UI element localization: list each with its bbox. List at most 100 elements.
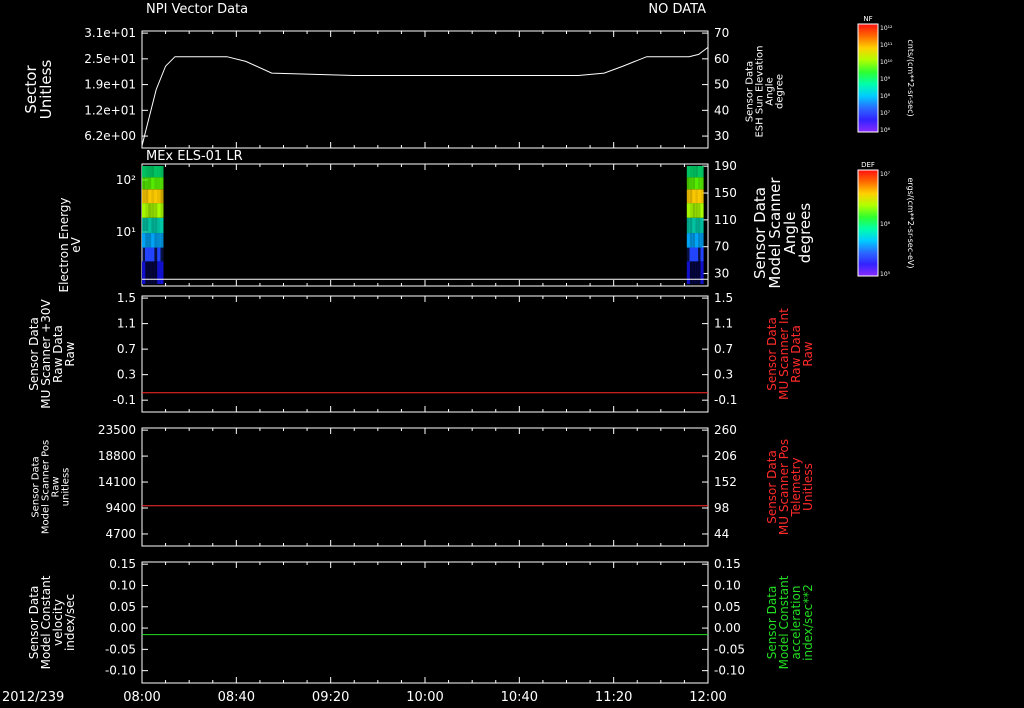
spectrogram-cell (157, 247, 161, 262)
panel-frame (141, 561, 709, 684)
spectrogram-cell (145, 166, 149, 178)
spectrogram-cell (686, 177, 690, 190)
spectrogram-cell (151, 177, 155, 190)
axis-title: Sensor DataModel ScannerAngledegrees (751, 177, 814, 289)
y-tick-label: 0.10 (109, 578, 136, 592)
y-tick-label: -0.05 (105, 642, 136, 656)
axis-title-line: Raw (63, 341, 77, 366)
y-tick-label: 110 (714, 213, 737, 227)
spectrogram-cell (157, 261, 161, 284)
spectrogram-cell (700, 217, 704, 234)
spectrogram-cell (692, 233, 696, 248)
spectrogram-cell (695, 247, 699, 262)
y-tick-label: 0.7 (117, 342, 136, 356)
spectrogram-cell (700, 177, 704, 190)
spectrogram-cell (700, 261, 704, 284)
axis-title-line: eV (69, 236, 83, 252)
spectrogram-cell (689, 233, 693, 248)
spectrogram-cell (142, 177, 146, 190)
spectrogram-cell (686, 217, 690, 234)
y-tick-label: 0.00 (714, 621, 741, 635)
spectrogram-cell (697, 177, 701, 190)
spectrogram-cell (142, 203, 146, 218)
y-tick-label: 40 (714, 103, 729, 117)
spectrogram-cell (695, 217, 699, 234)
spectrogram-cell (154, 177, 158, 190)
spectrogram-cell (148, 217, 152, 234)
spectrogram-cell (695, 189, 699, 204)
axis-title-line: unitless (61, 468, 72, 507)
panel-title: NPI Vector Data (146, 2, 248, 17)
colorbar-tick-label: 10⁶ (880, 221, 891, 228)
axis-title: Sensor DataMU Scanner IntRaw DataRaw (765, 308, 815, 400)
y-tick-label: 190 (714, 159, 737, 173)
y-tick-label: 0.10 (714, 578, 741, 592)
y-tick-label: -0.05 (714, 642, 745, 656)
y-tick-label: 0.3 (117, 368, 136, 382)
spectrogram-cell (689, 261, 693, 284)
spectrogram-cell (148, 189, 152, 204)
colorbar-tick-label: 10⁸ (880, 93, 891, 100)
spectrogram-cell (151, 166, 155, 178)
time-tick-label: 12:00 (689, 690, 726, 705)
axis-title-line: index/sec**2 (801, 584, 815, 661)
y-tick-label: 0.7 (714, 342, 733, 356)
y-tick-label: 150 (714, 186, 737, 200)
colorbar-tick-label: 10¹⁰ (880, 59, 893, 66)
spectrogram-cell (700, 189, 704, 204)
spectrogram-cell (145, 203, 149, 218)
spectrogram-cell (148, 203, 152, 218)
time-tick-label: 08:00 (123, 690, 160, 705)
spectrogram-cell (148, 233, 152, 248)
y-tick-label: 0.3 (714, 368, 733, 382)
spectrogram-cell (700, 233, 704, 248)
spectrogram-cell (154, 203, 158, 218)
y-tick-label: 50 (714, 78, 729, 92)
spectrogram-cell (692, 189, 696, 204)
panel-frame (141, 427, 709, 547)
y-tick-label: 30 (714, 129, 729, 143)
y-tick-label: 70 (714, 240, 729, 254)
spectrogram-cell (697, 217, 701, 234)
axis-title-line: degree (775, 74, 786, 109)
y-tick-label: 18800 (98, 449, 136, 463)
spectrogram-cell (160, 247, 164, 262)
colorbar-label: DEF (861, 161, 875, 169)
time-tick-label: 11:20 (595, 690, 632, 705)
spectrogram-cell (689, 177, 693, 190)
spectrogram-cell (142, 247, 146, 262)
spectrogram-cell (142, 166, 146, 178)
spectrogram-cell (160, 261, 164, 284)
spectrogram-cell (142, 261, 146, 284)
panel-frame (141, 30, 709, 149)
y-tick-label: 1.5 (117, 291, 136, 305)
spectrogram-cell (145, 177, 149, 190)
axis-title: Sensor DataModel Constantvelocityindex/s… (27, 575, 77, 669)
spectrogram-cell (142, 217, 146, 234)
spectrogram-cell (686, 166, 690, 178)
y-tick-label: 0.15 (714, 557, 741, 571)
spectrogram-cell (145, 217, 149, 234)
spectrogram-cell (148, 247, 152, 262)
spectrogram-cell (692, 177, 696, 190)
spectrogram-cell (700, 203, 704, 218)
spectrogram-cell (697, 166, 701, 178)
y-tick-label: 6.2e+00 (84, 129, 136, 143)
y-tick-label: 44 (714, 527, 729, 541)
panel-frame (141, 295, 709, 413)
spectrogram-cell (160, 166, 164, 178)
spectrogram-cell (695, 166, 699, 178)
spectrogram-cell (697, 261, 701, 284)
spectrogram-cell (695, 203, 699, 218)
colorbar-tick-label: 10¹² (880, 25, 893, 32)
spectrogram-cell (154, 217, 158, 234)
axis-title-line: Raw (801, 341, 815, 366)
spectrogram-cell (697, 203, 701, 218)
panel-frame (141, 163, 709, 287)
spectrogram-cell (697, 189, 701, 204)
spectrogram-cell (151, 261, 155, 284)
y-tick-label: 30 (714, 267, 729, 281)
spectrogram-cell (686, 261, 690, 284)
spectrogram-cell (157, 217, 161, 234)
spectrogram-cell (154, 247, 158, 262)
